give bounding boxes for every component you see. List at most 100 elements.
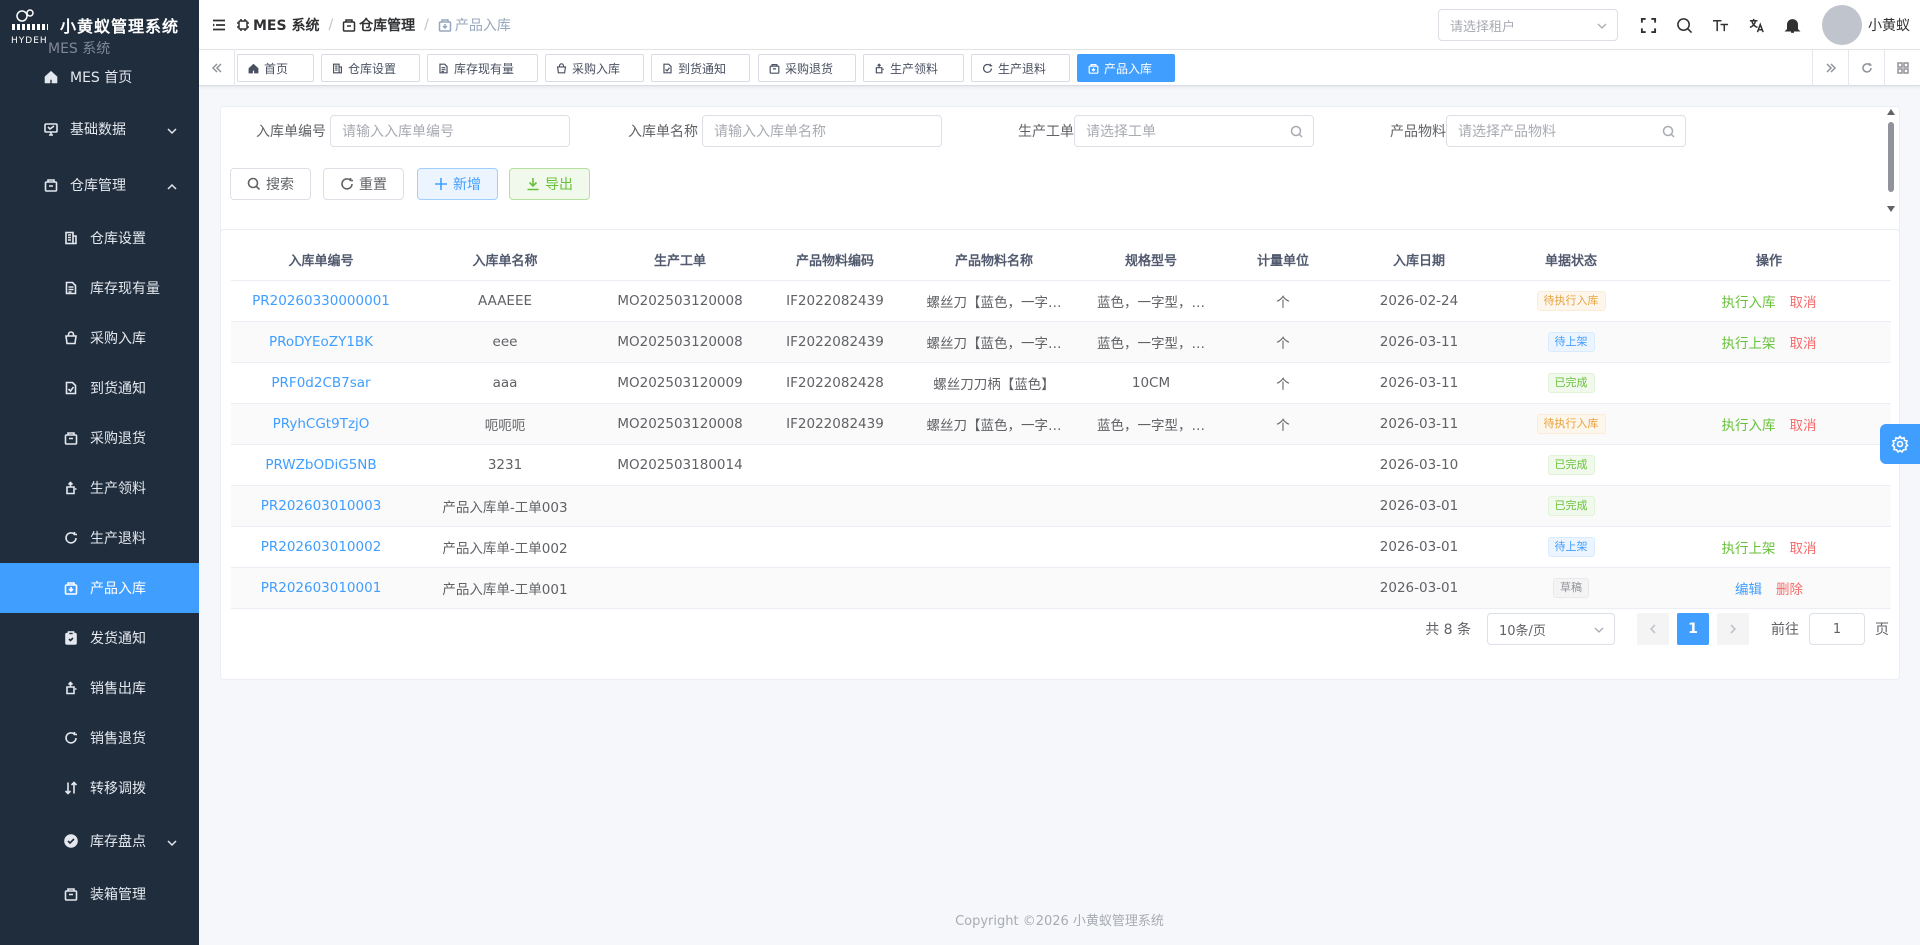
search-icon [247,177,261,191]
next-page-button[interactable] [1717,613,1749,645]
table-row[interactable]: PR20260330000001 AAAEEE MO202503120008 IF20… [231,280,1891,322]
action-link[interactable]: 执行上架 [1722,336,1776,352]
sidebar-item-4[interactable]: 库存现有量 [0,263,199,313]
goto-page-input[interactable]: 1 [1809,613,1865,645]
table-row[interactable]: PRoDYEoZY1BK eee MO202503120008 IF202208243… [231,321,1891,363]
translate-icon[interactable] [1747,16,1765,34]
username[interactable]: 小黄蚁 [1868,15,1910,35]
action-link[interactable]: 取消 [1790,295,1817,311]
search-icon[interactable] [1675,16,1693,34]
search-icon[interactable] [1662,125,1675,138]
sidebar-item-6[interactable]: 到货通知 [0,363,199,413]
sidebar-item-13[interactable]: 销售退货 [0,713,199,763]
cell-wo: MO202503180014 [599,444,761,486]
scroll-thumb[interactable] [1888,122,1894,192]
sidebar-item-3[interactable]: 仓库设置 [0,213,199,263]
sidebar-item-12[interactable]: 销售出库 [0,663,199,713]
cell-code[interactable]: PRWZbODiG5NB [231,444,411,486]
cell-code[interactable]: PRyhCGt9TzjO [231,403,411,445]
action-link[interactable]: 编辑 [1735,582,1762,598]
sidebar-item-2[interactable]: 仓库管理 [0,157,199,213]
logo[interactable]: HYDEH 小黄蚁管理系统 MES 系统 [0,0,199,57]
cell-unit [1223,444,1343,486]
page-number-current[interactable]: 1 [1677,613,1709,645]
sidebar-item-label: 基础数据 [70,122,126,138]
tab-2[interactable]: 库存现有量 [427,54,538,82]
tab-8[interactable]: 产品入库 [1077,54,1175,82]
tags-scroll-left[interactable] [199,50,235,86]
tenant-select[interactable]: 请选择租户 [1438,9,1618,41]
sidebar-item-7[interactable]: 采购退货 [0,413,199,463]
search-button[interactable]: 搜索 [230,168,311,200]
hamburger-icon[interactable] [212,18,226,32]
tab-0[interactable]: 首页 [237,54,314,82]
cell-mat_code: IF2022082439 [761,403,909,445]
reset-button[interactable]: 重置 [323,168,404,200]
cell-code[interactable]: PR202603010002 [231,526,411,568]
refresh-icon [983,63,993,73]
code-input[interactable]: 请输入入库单编号 [330,115,570,147]
tags-menu[interactable] [1884,50,1920,86]
action-link[interactable]: 删除 [1776,582,1803,598]
sidebar-item-0[interactable]: MES 首页 [0,52,199,101]
sidebar-item-10[interactable]: 产品入库 [0,563,199,613]
action-link[interactable]: 取消 [1790,541,1817,557]
sidebar-item-1[interactable]: 基础数据 [0,101,199,157]
download-icon [527,178,539,191]
sidebar-item-11[interactable]: 发货通知 [0,613,199,663]
tab-6[interactable]: 生产领料 [863,54,964,82]
tab-3[interactable]: 采购入库 [545,54,644,82]
sidebar: HYDEH 小黄蚁管理系统 MES 系统 MES 首页 基础数据 仓库管理 仓库设置库… [0,0,199,945]
refresh-icon [1861,63,1872,73]
bell-icon[interactable] [1783,16,1801,34]
workorder-input[interactable]: 请选择工单 [1074,115,1314,147]
cell-code[interactable]: PR202603010003 [231,485,411,527]
add-button[interactable]: 新增 [417,168,498,200]
cell-code[interactable]: PR202603010001 [231,567,411,609]
tab-4[interactable]: 到货通知 [651,54,750,82]
scroll-up-arrow[interactable] [1887,109,1895,115]
cell-name: AAAEEE [411,280,599,322]
sidebar-item-14[interactable]: 转移调拨 [0,763,199,813]
cell-code[interactable]: PRF0d2CB7sar [231,362,411,404]
settings-button[interactable] [1880,424,1920,464]
tab-1[interactable]: 仓库设置 [321,54,420,82]
breadcrumb-item-warehouse[interactable]: 仓库管理 [342,15,415,35]
form-scrollbar[interactable] [1887,109,1895,212]
chip-icon [237,18,249,31]
material-input[interactable]: 请选择产品物料 [1446,115,1686,147]
breadcrumb-item-mes[interactable]: MES 系统 [236,15,319,35]
sidebar-item-8[interactable]: 生产领料 [0,463,199,513]
cell-code[interactable]: PRoDYEoZY1BK [231,321,411,363]
action-link[interactable]: 取消 [1790,418,1817,434]
cell-code[interactable]: PR20260330000001 [231,280,411,322]
search-icon[interactable] [1290,125,1303,138]
page-size-select[interactable]: 10条/页 [1487,613,1615,645]
avatar[interactable] [1822,5,1862,45]
action-link[interactable]: 执行上架 [1722,541,1776,557]
sidebar-item-9[interactable]: 生产退料 [0,513,199,563]
sidebar-item-16[interactable]: 装箱管理 [0,869,199,919]
export-button[interactable]: 导出 [509,168,590,200]
action-link[interactable]: 执行入库 [1722,418,1776,434]
action-link[interactable]: 取消 [1790,336,1817,352]
sidebar-item-15[interactable]: 库存盘点 [0,813,199,869]
tags-scroll-right[interactable] [1812,50,1848,86]
table-row[interactable]: PR202603010002 产品入库单-工单002 2026-03-01 待上架 执行… [231,526,1891,568]
table-row[interactable]: PR202603010001 产品入库单-工单001 2026-03-01 草稿 编辑删… [231,567,1891,609]
fullscreen-icon[interactable] [1639,16,1657,34]
tab-7[interactable]: 生产退料 [971,54,1070,82]
font-size-icon[interactable] [1711,16,1729,34]
table-row[interactable]: PRyhCGt9TzjO 呃呃呃 MO202503120008 IF202208243… [231,403,1891,445]
sidebar-item-5[interactable]: 采购入库 [0,313,199,363]
name-input[interactable]: 请输入入库单名称 [702,115,942,147]
scroll-down-arrow[interactable] [1887,206,1895,212]
prev-page-button[interactable] [1637,613,1669,645]
tab-5[interactable]: 采购退货 [758,54,856,82]
table-row[interactable]: PRWZbODiG5NB 3231 MO202503180014 2026-03-10… [231,444,1891,486]
tags-refresh[interactable] [1848,50,1884,86]
column-header: 产品物料名称 [909,240,1079,281]
table-row[interactable]: PR202603010003 产品入库单-工单003 2026-03-01 已完成 [231,485,1891,527]
table-row[interactable]: PRF0d2CB7sar aaa MO202503120009 IF202208242… [231,362,1891,404]
action-link[interactable]: 执行入库 [1722,295,1776,311]
